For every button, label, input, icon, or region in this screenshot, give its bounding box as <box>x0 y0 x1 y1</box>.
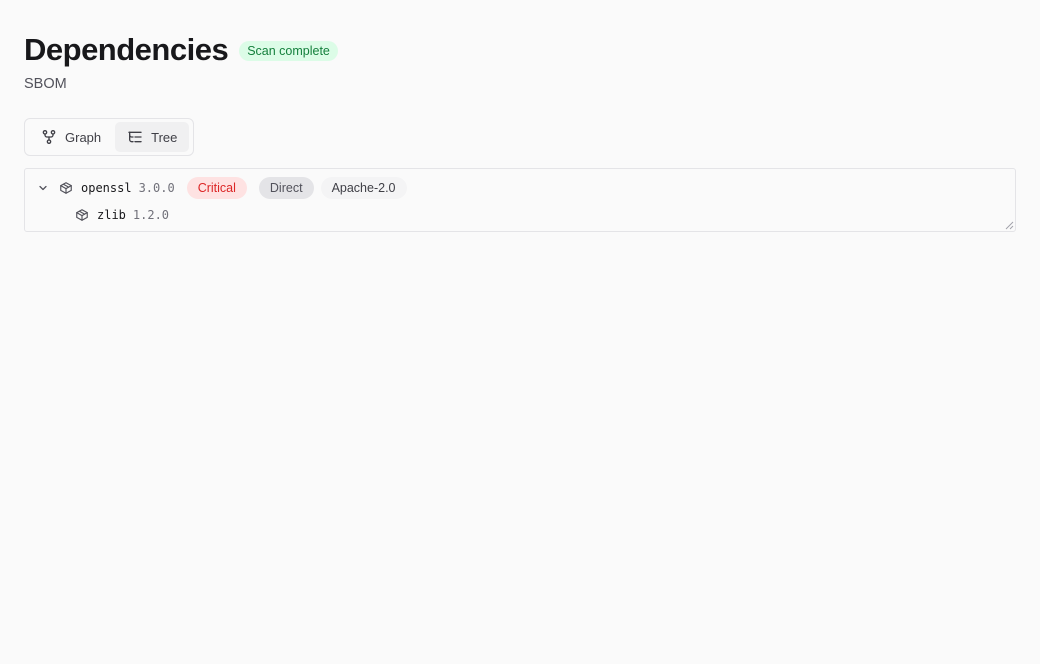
package-version: 1.2.0 <box>132 208 170 222</box>
dependency-tree[interactable]: openssl 3.0.0 Critical Direct Apache-2.0… <box>24 168 1016 232</box>
relation-badge: Direct <box>258 177 314 199</box>
git-fork-icon <box>42 130 56 144</box>
tree-row-zlib[interactable]: zlib 1.2.0 <box>75 204 169 226</box>
view-toggle: Graph Tree <box>24 118 194 156</box>
page-header: Dependencies Scan complete <box>24 30 338 70</box>
scan-status-badge: Scan complete <box>239 41 338 61</box>
graph-view-label: Graph <box>65 129 102 145</box>
list-tree-icon <box>128 131 142 143</box>
tree-row-openssl[interactable]: openssl 3.0.0 Critical Direct Apache-2.0 <box>37 177 407 199</box>
page: Dependencies Scan complete SBOM Graph Tr… <box>0 0 1040 664</box>
chevron-down-icon[interactable] <box>37 182 49 194</box>
package-name: openssl <box>81 181 132 195</box>
page-title: Dependencies <box>24 32 229 67</box>
graph-view-button[interactable]: Graph <box>28 122 111 152</box>
tree-view-label: Tree <box>151 129 178 145</box>
package-name: zlib <box>97 208 126 222</box>
tree-view-button[interactable]: Tree <box>115 122 190 152</box>
package-icon <box>60 182 72 194</box>
resize-handle-icon[interactable] <box>1004 220 1014 230</box>
package-icon <box>76 209 88 221</box>
license-badge: Apache-2.0 <box>320 177 407 199</box>
severity-badge: Critical <box>186 177 247 199</box>
package-version: 3.0.0 <box>138 181 175 195</box>
page-subtitle: SBOM <box>24 76 67 92</box>
